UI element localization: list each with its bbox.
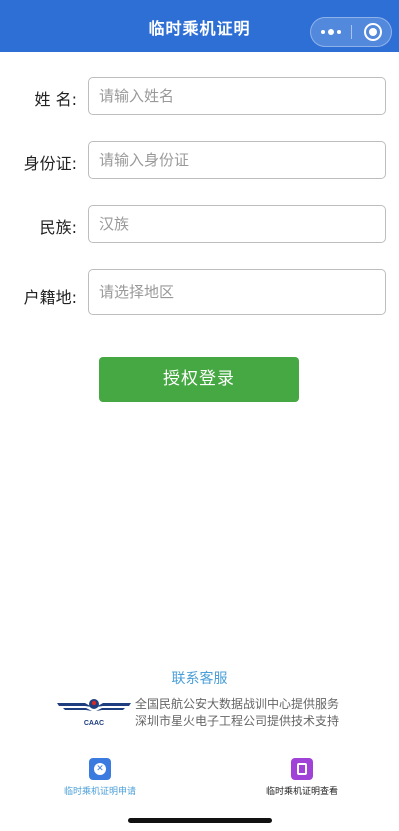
caac-logo-text: CAAC [84, 720, 104, 727]
name-label: 姓 名: [34, 90, 77, 109]
ethnicity-label: 民族: [39, 218, 77, 237]
credits: CAAC 全国民航公安大数据战训中心提供服务 深圳市星火电子工程公司提供技术支持 [55, 694, 375, 734]
authorize-login-button[interactable]: 授权登录 [99, 357, 299, 402]
id-label: 身份证: [23, 154, 77, 173]
capsule-divider [351, 25, 352, 39]
region-select[interactable]: 请选择地区 [88, 269, 386, 315]
credit-line-tech: 深圳市星火电子工程公司提供技术支持 [135, 714, 340, 728]
more-options-icon[interactable] [311, 18, 351, 46]
tab-apply-label: 临时乘机证明申请 [63, 787, 136, 797]
ethnicity-field[interactable]: 汉族 [88, 205, 386, 243]
certificate-icon [291, 758, 313, 780]
close-miniprogram-icon[interactable] [364, 23, 382, 41]
credit-line-service: 全国民航公安大数据战训中心提供服务 [135, 697, 340, 711]
contact-support-link[interactable]: 联系客服 [0, 668, 399, 688]
apply-icon: ✕ [89, 758, 111, 780]
name-input[interactable] [88, 77, 386, 115]
home-indicator [128, 818, 272, 823]
tab-view[interactable]: 临时乘机证明查看 [252, 758, 352, 797]
tab-view-label: 临时乘机证明查看 [265, 787, 338, 797]
navigation-bar: 临时乘机证明 [0, 0, 399, 52]
tab-apply[interactable]: ✕ 临时乘机证明申请 [50, 758, 150, 797]
id-number-input[interactable] [88, 141, 386, 179]
miniprogram-capsule [310, 17, 392, 47]
hukou-label: 户籍地: [23, 288, 77, 307]
caac-logo-icon: CAAC [57, 699, 131, 727]
